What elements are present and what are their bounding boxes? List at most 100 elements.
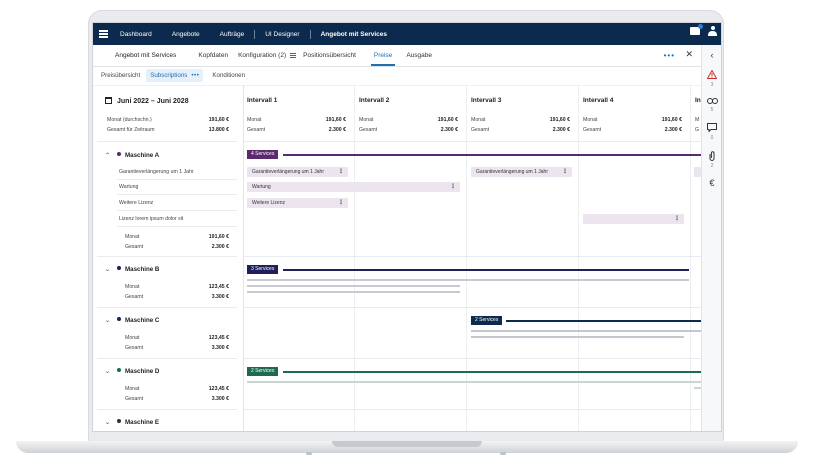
total-label: Gesamt: [125, 396, 144, 402]
period-header: Juni 2022 – Juni 2028: [105, 97, 189, 105]
service-row: Garantieverlängerung um 1 Jahr: [119, 169, 194, 175]
nav-angebot-mit-services[interactable]: Angebot mit Services: [321, 31, 387, 38]
warning-icon[interactable]: [702, 69, 721, 81]
services-tag[interactable]: 2 Services: [471, 316, 503, 325]
total-label: Gesamt: [471, 127, 490, 133]
service-pill[interactable]: Garantieverlängerung um 1 Jahr ⋮: [247, 167, 348, 177]
chevron-down-icon[interactable]: ⌄: [105, 266, 113, 273]
interval-1-title: Intervall 1: [247, 97, 278, 104]
monthly-value: 191,60 €: [661, 117, 682, 123]
service-bar: [247, 285, 460, 287]
machine-color-dot: [117, 152, 121, 156]
right-sidebar: ‹ 3 5 0 2 €: [701, 45, 721, 431]
subtab-subscriptions[interactable]: Subscriptions •••: [146, 69, 204, 82]
interval-5-total: G: [695, 127, 701, 133]
interval-4-title: Intervall 4: [583, 97, 614, 104]
services-tag[interactable]: 3 Services: [247, 265, 279, 274]
total-label: Gesamt: [125, 345, 144, 351]
subtab-konditionen[interactable]: Konditionen: [212, 72, 245, 79]
machine-color-dot: [117, 266, 121, 270]
total-label: Gesamt: [247, 127, 266, 133]
kebab-icon[interactable]: ⋮: [674, 214, 680, 224]
comment-icon[interactable]: [702, 123, 721, 134]
kebab-icon[interactable]: ⋮: [338, 198, 344, 208]
interval-2-total: Gesamt 2.300 €: [359, 127, 458, 133]
collapse-icon[interactable]: ‹: [702, 50, 721, 60]
service-pill[interactable]: Wartung ⋮: [247, 182, 460, 192]
column-divider: [354, 85, 355, 431]
monthly-label: Monat: [471, 117, 486, 123]
laptop-foot: [306, 452, 312, 455]
nav-dashboard[interactable]: Dashboard: [120, 31, 152, 38]
total-value: 3.300 €: [211, 294, 229, 300]
total-label: Gesamt: [359, 127, 378, 133]
total-value: 3.300 €: [211, 396, 229, 402]
subtab-preisuebersicht[interactable]: Preisübersicht: [101, 72, 140, 79]
laptop-foot: [500, 452, 506, 455]
summary-monthly-label: Monat (durchschn.): [107, 117, 152, 123]
attachment-icon[interactable]: [702, 151, 721, 163]
kebab-icon[interactable]: ⋮: [562, 167, 568, 177]
monthly-value: 123,45 €: [208, 284, 229, 290]
machine-d-monthly: Monat 123,45 €: [125, 386, 229, 392]
total-value: 2.300 €: [440, 127, 458, 133]
divider: [97, 358, 237, 359]
euro-icon[interactable]: €: [702, 178, 721, 188]
service-pill[interactable]: Weitere Lizenz ⋮: [247, 198, 348, 208]
more-icon[interactable]: •••: [664, 51, 675, 60]
divider: [243, 141, 701, 142]
list-icon[interactable]: [290, 52, 297, 59]
monthly-value: 191,60 €: [549, 117, 570, 123]
services-tag[interactable]: 4 Services: [247, 150, 279, 159]
more-icon[interactable]: •••: [191, 72, 199, 79]
tab-kopfdaten[interactable]: Kopfdaten: [198, 45, 228, 66]
machine-d-header[interactable]: ⌄ Maschine D: [105, 368, 159, 375]
machine-a-header[interactable]: ⌃ Maschine A: [105, 152, 159, 159]
column-divider: [466, 85, 467, 431]
pill-label: Garantieverlängerung um 1 Jahr: [476, 169, 548, 175]
monthly-value: 123,45 €: [208, 335, 229, 341]
interval-5-title: In: [695, 97, 701, 104]
chevron-down-icon[interactable]: ⌄: [105, 368, 113, 375]
column-divider: [690, 85, 691, 431]
machine-name: Maschine D: [125, 368, 160, 375]
chevron-down-icon[interactable]: ⌄: [105, 419, 113, 426]
calendar-icon[interactable]: [105, 97, 112, 104]
nav-auftraege[interactable]: Aufträge: [220, 31, 245, 38]
kebab-icon[interactable]: ⋮: [338, 167, 344, 177]
service-bar: [694, 387, 701, 389]
services-tag[interactable]: 2 Services: [247, 367, 279, 376]
monthly-value: 191,60 €: [437, 117, 458, 123]
machine-a-total: Gesamt 2.300 €: [125, 244, 229, 250]
machine-e-header[interactable]: ⌄ Maschine E: [105, 419, 159, 426]
machine-c-header[interactable]: ⌄ Maschine C: [105, 317, 159, 324]
chevron-down-icon[interactable]: ⌄: [105, 317, 113, 324]
user-icon[interactable]: [708, 26, 717, 36]
link-icon[interactable]: [702, 97, 721, 106]
summary-total-value: 13.800 €: [208, 127, 229, 133]
tab-preise[interactable]: Preise: [370, 45, 396, 66]
total-label: G: [695, 127, 700, 133]
divider: [243, 409, 701, 410]
tab-angebot-mit-services[interactable]: Angebot mit Services: [115, 45, 176, 66]
menu-icon[interactable]: [99, 29, 108, 39]
notification-icon[interactable]: [690, 24, 703, 35]
service-pill[interactable]: ⋮: [583, 214, 684, 224]
total-value: 3.300 €: [211, 345, 229, 351]
close-icon[interactable]: ✕: [685, 49, 693, 60]
machine-b-header[interactable]: ⌄ Maschine B: [105, 266, 159, 273]
nav-ui-designer[interactable]: UI Designer: [265, 31, 299, 38]
tab-positionsuebersicht[interactable]: Positionsübersicht: [303, 45, 356, 66]
nav-angebote[interactable]: Angebote: [172, 31, 200, 38]
service-pill[interactable]: Garantieverlängerung um 1 Jahr ⋮: [471, 167, 572, 177]
monthly-value: 123,45 €: [208, 386, 229, 392]
tab-ausgabe[interactable]: Ausgabe: [406, 45, 432, 66]
kebab-icon[interactable]: ⋮: [450, 182, 456, 192]
tab-konfiguration[interactable]: Konfiguration (2): [238, 45, 286, 66]
service-pill[interactable]: [694, 167, 701, 177]
machine-b-monthly: Monat 123,45 €: [125, 284, 229, 290]
service-bar: [247, 279, 689, 281]
chevron-up-icon[interactable]: ⌃: [105, 152, 113, 159]
nav-separator: [254, 29, 256, 39]
service-timeline-bar: [283, 154, 701, 156]
